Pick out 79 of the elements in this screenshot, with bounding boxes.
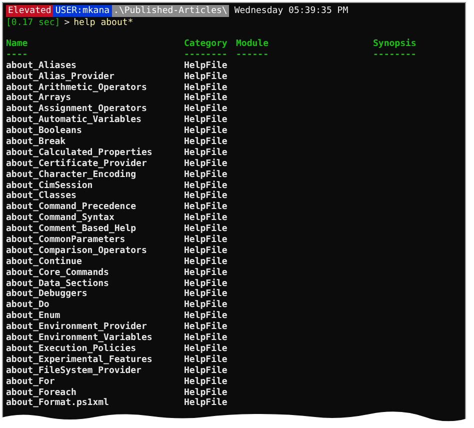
command-text: help about*	[74, 17, 134, 29]
table-cell-text: about_Environment_Provider	[6, 322, 148, 332]
column-header: Name	[6, 39, 29, 50]
table-cell-text: about_Classes	[6, 191, 78, 202]
table-cell-text: HelpFile	[184, 148, 228, 158]
table-cell-text: about_Automatic_Variables	[6, 115, 142, 126]
table-cell-text: about_Do	[6, 300, 50, 311]
column-header: Synopsis	[373, 39, 416, 50]
table-cell-text: about_FileSystem_Provider	[6, 366, 142, 377]
table-cell-text: HelpFile	[184, 158, 228, 170]
table-cell-text: HelpFile	[184, 224, 228, 234]
table-cell-text: HelpFile	[184, 268, 228, 278]
table-cell-text: HelpFile	[184, 311, 228, 322]
table-cell-text: about_Command_Syntax	[6, 213, 116, 224]
table-cell-text: about_Arithmetic_Operators	[6, 82, 148, 93]
table-cell-text: HelpFile	[184, 388, 228, 398]
table-cell-text: about_Certificate_Provider	[6, 158, 147, 169]
table-cell-text: about_Execution_Policies	[6, 344, 136, 354]
table-cell-text: HelpFile	[184, 289, 228, 300]
table-cell-text: HelpFile	[184, 202, 228, 212]
prompt-segment: .\Published-Articles\	[112, 5, 230, 17]
table-cell-text: HelpFile	[184, 191, 228, 202]
table-cell-text: HelpFile	[184, 398, 228, 410]
table-cell-text: HelpFile	[184, 115, 228, 126]
command-timing: [0.17 sec]	[6, 17, 60, 29]
table-cell-text: HelpFile	[184, 354, 228, 366]
table-cell-text: HelpFile	[184, 60, 228, 72]
table-cell-text: HelpFile	[184, 104, 228, 114]
table-cell-text: about_Comparison_Operators	[6, 246, 148, 256]
table-cell-text: about_Core_Commands	[6, 268, 110, 278]
table-cell-text: about_Booleans	[6, 126, 83, 137]
table-cell-text: about_Comment_Based_Help	[6, 224, 138, 235]
table-cell-text: HelpFile	[184, 246, 228, 256]
table-cell-text: HelpFile	[184, 213, 228, 224]
table-cell-text: HelpFile	[184, 180, 228, 191]
table-cell-text: about_Calculated_Properties	[6, 148, 154, 158]
table-cell-text: about_Arrays	[6, 93, 72, 104]
table-cell-text: HelpFile	[184, 82, 228, 93]
table-cell-text: HelpFile	[184, 137, 228, 148]
table-cell-text: HelpFile	[184, 366, 228, 376]
table-cell-text: HelpFile	[184, 72, 228, 82]
table-cell-text: about_Format.ps1xml	[6, 398, 110, 410]
table-cell-text: about_CimSession	[6, 180, 93, 191]
table-cell-text: about_Data_Sections	[6, 278, 110, 289]
table-cell-text: about_Character_Encoding	[6, 170, 136, 180]
column-underline: --------	[184, 50, 228, 60]
table-cell-text: about_Environment_Variables	[6, 333, 154, 344]
table-cell-text: about_Command_Precedence	[6, 202, 138, 213]
table-cell-text: HelpFile	[184, 235, 228, 246]
table-cell-text: HelpFile	[184, 322, 228, 332]
table-cell-text: about_Enum	[6, 311, 62, 322]
column-header: Category	[184, 39, 228, 50]
prompt-segment: USER:mkana	[53, 5, 112, 17]
table-cell-text: about_Alias_Provider	[6, 72, 114, 82]
table-cell-text: about_Break	[6, 137, 67, 148]
prompt-clock: Wednesday 05:39:35 PM	[234, 5, 348, 17]
table-cell-text: about_CommonParameters	[6, 235, 126, 246]
table-cell-text: HelpFile	[184, 126, 228, 136]
prompt-segment: Elevated	[6, 5, 54, 17]
table-cell-text: HelpFile	[184, 344, 228, 354]
table-cell-text: about_Assignment_Operators	[6, 104, 148, 114]
table-cell-text: about_Foreach	[6, 388, 78, 398]
table-cell-text: HelpFile	[184, 376, 228, 388]
prompt-symbol: >	[64, 17, 70, 29]
table-cell-text: about_Continue	[6, 256, 82, 268]
table-cell-text: HelpFile	[184, 300, 228, 310]
column-underline: ----	[6, 50, 29, 60]
table-cell-text: HelpFile	[184, 333, 228, 344]
column-underline: --------	[373, 50, 416, 61]
table-cell-text: about_Debuggers	[6, 289, 88, 300]
column-header: Module	[236, 39, 270, 50]
table-cell-text: about_Experimental_Features	[6, 354, 154, 365]
table-cell-text: about_For	[6, 376, 56, 388]
table-cell-text: about_Aliases	[6, 60, 76, 71]
table-cell-text: HelpFile	[184, 93, 228, 104]
table-cell-text: HelpFile	[184, 256, 228, 268]
table-cell-text: HelpFile	[184, 278, 228, 289]
table-cell-text: HelpFile	[184, 170, 228, 180]
column-underline: ------	[236, 50, 270, 61]
